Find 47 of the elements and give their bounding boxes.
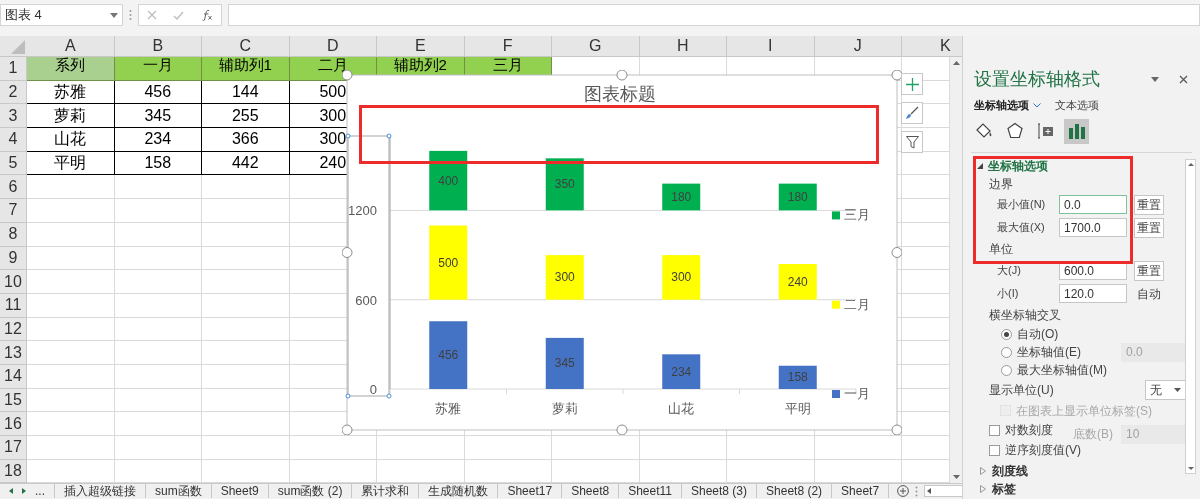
data-label: 158 xyxy=(787,370,808,385)
data-label: 345 xyxy=(554,356,575,371)
table-cell: 山花 xyxy=(27,128,115,152)
table-cell: 辅助列1 xyxy=(202,57,290,81)
category-label: 山花 xyxy=(668,401,695,416)
data-label: 350 xyxy=(554,177,575,192)
data-label: 180 xyxy=(787,190,808,204)
category-label: 平明 xyxy=(784,401,811,416)
table-cell: 255 xyxy=(202,104,290,129)
legend-label: 三月 xyxy=(844,207,870,223)
group-label: 横坐标轴交叉 xyxy=(989,307,1061,324)
auto-label: 自动 xyxy=(1137,285,1161,303)
table-cell: 萝莉 xyxy=(27,104,115,129)
table-cell: 144 xyxy=(202,80,290,105)
table-cell: 234 xyxy=(114,128,202,152)
field-label: 小(I) xyxy=(997,286,1020,302)
data-label: 500 xyxy=(438,255,459,270)
group-label: 单位 xyxy=(989,241,1013,258)
field-label: 大(J) xyxy=(997,263,1022,279)
field-label: 最大值(X) xyxy=(997,220,1046,236)
data-label: 234 xyxy=(671,364,692,379)
table-cell: 345 xyxy=(114,104,202,129)
chart-title: 图表标题 xyxy=(584,84,656,104)
data-label: 240 xyxy=(787,274,808,289)
legend-label: 一月 xyxy=(844,386,870,401)
table-cell: 平明 xyxy=(27,151,115,176)
category-label: 萝莉 xyxy=(551,401,578,416)
table-cell: 366 xyxy=(202,128,290,152)
group-label: 边界 xyxy=(989,176,1013,193)
data-label: 180 xyxy=(671,190,692,204)
axis-label: 1200 xyxy=(348,203,377,219)
data-label: 456 xyxy=(438,348,459,363)
panel-title: 设置坐标轴格式 xyxy=(974,67,1100,91)
table-cell: 苏雅 xyxy=(27,80,115,105)
table-cell: 一月 xyxy=(114,57,202,81)
field-label: 底数(B) xyxy=(1073,426,1113,443)
data-label: 300 xyxy=(671,270,692,285)
table-cell: 442 xyxy=(202,151,290,176)
category-label: 苏雅 xyxy=(435,401,462,416)
legend-label: 二月 xyxy=(844,296,870,312)
field-label: 最小值(N) xyxy=(997,197,1047,213)
field-label: 显示单位(U) xyxy=(989,382,1054,399)
data-label: 400 xyxy=(438,173,459,188)
axis-label: 600 xyxy=(355,292,377,308)
table-cell: 系列 xyxy=(27,57,115,81)
data-label: 300 xyxy=(554,270,575,285)
axis-label: 0 xyxy=(369,382,377,397)
